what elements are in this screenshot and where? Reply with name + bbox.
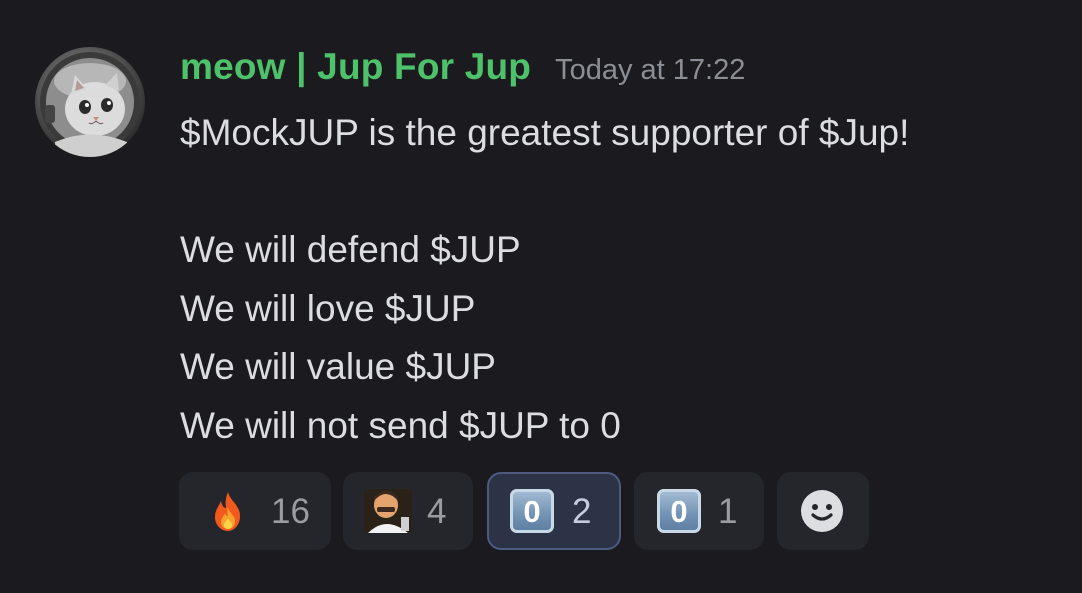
chat-message: meow | Jup For Jup Today at 17:22 $MockJ… bbox=[0, 0, 1082, 593]
cat-astronaut-avatar-image bbox=[40, 52, 140, 157]
reaction-keycap-zero[interactable]: 0 1 bbox=[634, 472, 764, 550]
reaction-keycap-zero-active[interactable]: 0 2 bbox=[487, 472, 621, 550]
keycap-zero-icon: 0 bbox=[510, 489, 554, 533]
reaction-custom-man[interactable]: 4 bbox=[343, 472, 473, 550]
message-line: We will not send $JUP to 0 bbox=[180, 404, 621, 446]
reaction-count: 2 bbox=[572, 492, 592, 531]
username[interactable]: meow | Jup For Jup bbox=[180, 46, 531, 88]
message-header: meow | Jup For Jup Today at 17:22 bbox=[180, 46, 745, 96]
keycap-label: 0 bbox=[523, 493, 541, 529]
add-reaction-button[interactable] bbox=[777, 472, 869, 550]
reaction-count: 1 bbox=[718, 492, 738, 531]
reaction-fire[interactable]: 16 bbox=[179, 472, 331, 550]
message-line: We will love $JUP bbox=[180, 287, 476, 329]
fire-icon bbox=[215, 492, 240, 531]
smiley-icon bbox=[801, 490, 843, 532]
message-content: $MockJUP is the greatest supporter of $J… bbox=[180, 104, 1060, 455]
message-line: We will value $JUP bbox=[180, 346, 496, 387]
message-line: $MockJUP is the greatest supporter of $J… bbox=[180, 112, 910, 153]
avatar[interactable] bbox=[35, 47, 145, 157]
message-line: We will defend $JUP bbox=[180, 229, 521, 270]
keycap-zero-icon: 0 bbox=[657, 489, 701, 533]
timestamp[interactable]: Today at 17:22 bbox=[555, 54, 745, 87]
keycap-label: 0 bbox=[670, 493, 688, 529]
reaction-count: 16 bbox=[271, 492, 310, 531]
man-emoji-icon bbox=[364, 489, 412, 533]
reaction-count: 4 bbox=[427, 492, 447, 531]
